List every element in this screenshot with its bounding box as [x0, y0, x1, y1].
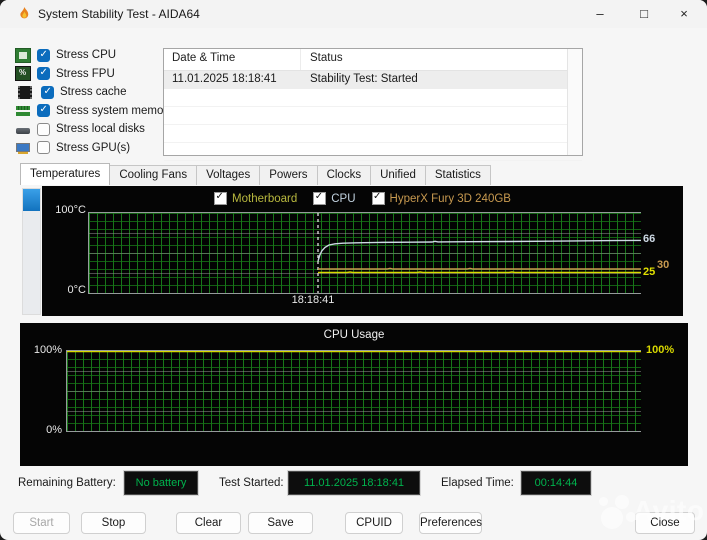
legend-label-hyperx: HyperX Fury 3D 240GB — [389, 192, 511, 205]
tab-voltages[interactable]: Voltages — [196, 165, 261, 185]
cell-status: Stability Test: Started — [310, 73, 418, 85]
close-button[interactable]: Close — [635, 512, 695, 534]
maximize-icon[interactable]: □ — [624, 0, 664, 28]
flame-icon — [20, 6, 29, 19]
cpu-icon — [15, 47, 31, 63]
tab-statistics[interactable]: Statistics — [424, 165, 491, 185]
cache-icon — [18, 85, 32, 99]
gpu-icon — [16, 143, 30, 155]
stress-disks-checkbox[interactable] — [37, 122, 50, 136]
legend-label-cpu: CPU — [331, 192, 356, 205]
watermark-circle — [601, 507, 623, 529]
watermark-circle — [599, 497, 608, 506]
tab-temperatures[interactable]: Temperatures — [20, 163, 111, 185]
table-header: Date & Time Status — [164, 49, 582, 71]
title-bar: System Stability Test - AIDA64 – □ × — [0, 0, 707, 28]
stop-button[interactable]: Stop — [81, 512, 146, 534]
column-header-status[interactable]: Status — [301, 49, 582, 70]
stress-disks-label: Stress local disks — [56, 123, 145, 136]
legend-label-motherboard: Motherboard — [232, 192, 298, 205]
tab-clocks[interactable]: Clocks — [316, 165, 372, 185]
test-started-label: Test Started: — [219, 477, 284, 489]
graph-scrollbar[interactable] — [22, 188, 41, 315]
battery-label: Remaining Battery: — [18, 477, 116, 489]
window-title: System Stability Test - AIDA64 — [38, 7, 200, 21]
stress-cpu-label: Stress CPU — [56, 49, 117, 62]
disk-icon — [16, 128, 30, 135]
legend-checkbox-motherboard[interactable] — [214, 191, 228, 205]
stress-memory-label: Stress system memory — [56, 104, 173, 117]
status-bar: Remaining Battery: No battery Test Start… — [0, 470, 707, 498]
tab-bar: Temperatures Cooling Fans Voltages Power… — [20, 163, 491, 185]
cpu-temp-value: 66 — [643, 233, 656, 245]
stress-cache-checkbox[interactable] — [41, 85, 54, 99]
cpu-usage-value: 100% — [646, 344, 675, 356]
empty-row — [164, 107, 582, 125]
preferences-button[interactable]: Preferences — [419, 512, 482, 534]
elapsed-time-label: Elapsed Time: — [441, 477, 514, 489]
cell-datetime: 11.01.2025 18:18:41 — [172, 73, 277, 85]
stress-disks-row: Stress local disks — [16, 120, 173, 139]
stress-options: Stress CPU Stress FPU Stress cache Stres… — [15, 46, 173, 158]
stress-fpu-checkbox[interactable] — [37, 67, 50, 81]
stress-cache-label: Stress cache — [60, 86, 127, 99]
clear-button[interactable]: Clear — [176, 512, 241, 534]
empty-row — [164, 89, 582, 107]
temp-ymin-label: 0°C — [67, 284, 86, 296]
aida64-stability-test-window: System Stability Test - AIDA64 – □ × Str… — [0, 0, 707, 540]
stress-cpu-row: Stress CPU — [15, 46, 173, 65]
test-started-value: 11.01.2025 18:18:41 — [288, 471, 420, 495]
temp-graph-svg — [317, 213, 641, 293]
close-icon[interactable]: × — [664, 0, 704, 28]
start-button[interactable]: Start — [13, 512, 70, 534]
event-log-table[interactable]: Date & Time Status 11.01.2025 18:18:41 S… — [163, 48, 583, 161]
cpu-usage-title: CPU Usage — [323, 329, 385, 341]
table-row[interactable]: 11.01.2025 18:18:41 Stability Test: Star… — [164, 71, 582, 89]
elapsed-time-value: 00:14:44 — [521, 471, 591, 495]
legend-item-motherboard: Motherboard — [214, 191, 298, 205]
stress-gpu-checkbox[interactable] — [37, 141, 50, 155]
legend-item-hyperx: HyperX Fury 3D 240GB — [371, 191, 511, 205]
temperature-graph-panel: Motherboard CPU HyperX Fury 3D 240GB 100… — [42, 186, 683, 316]
stress-fpu-label: Stress FPU — [56, 67, 115, 80]
cpu-usage-grid — [66, 350, 641, 432]
motherboard-temp-value: 25 — [643, 266, 656, 278]
tab-powers[interactable]: Powers — [259, 165, 318, 185]
table-scrollbar[interactable] — [567, 49, 582, 155]
temperature-grid — [88, 212, 641, 294]
stress-cache-row: Stress cache — [16, 83, 173, 102]
save-button[interactable]: Save — [248, 512, 313, 534]
hyperx-temp-value: 30 — [657, 259, 670, 271]
minimize-icon[interactable]: – — [580, 0, 620, 28]
graph-scrollbar-thumb[interactable] — [23, 189, 40, 211]
stress-memory-checkbox[interactable] — [37, 104, 50, 118]
usage-ymin-label: 0% — [46, 424, 62, 436]
stress-cpu-checkbox[interactable] — [37, 48, 50, 62]
empty-row — [164, 143, 582, 161]
cpu-usage-panel: CPU Usage 100% 0% 100% — [20, 323, 688, 466]
cpuid-button[interactable]: CPUID — [345, 512, 403, 534]
battery-value: No battery — [124, 471, 198, 495]
tab-cooling-fans[interactable]: Cooling Fans — [109, 165, 198, 185]
column-header-datetime[interactable]: Date & Time — [164, 49, 301, 70]
fpu-icon — [15, 66, 31, 82]
test-start-time-label: 18:18:41 — [291, 294, 335, 306]
usage-ymax-label: 100% — [33, 344, 62, 356]
stress-gpu-label: Stress GPU(s) — [56, 141, 131, 154]
legend-item-cpu: CPU — [313, 191, 356, 205]
stress-memory-row: Stress system memory — [16, 102, 173, 121]
stress-gpu-row: Stress GPU(s) — [16, 139, 173, 158]
empty-row — [164, 125, 582, 143]
tab-unified[interactable]: Unified — [370, 165, 426, 185]
memory-icon — [16, 106, 30, 111]
temperature-legend: Motherboard CPU HyperX Fury 3D 240GB — [42, 191, 683, 205]
stress-fpu-row: Stress FPU — [15, 65, 173, 84]
usage-graph-svg — [67, 351, 641, 353]
legend-checkbox-hyperx[interactable] — [371, 191, 385, 205]
temp-ymax-label: 100°C — [55, 204, 86, 216]
legend-checkbox-cpu[interactable] — [313, 191, 327, 205]
